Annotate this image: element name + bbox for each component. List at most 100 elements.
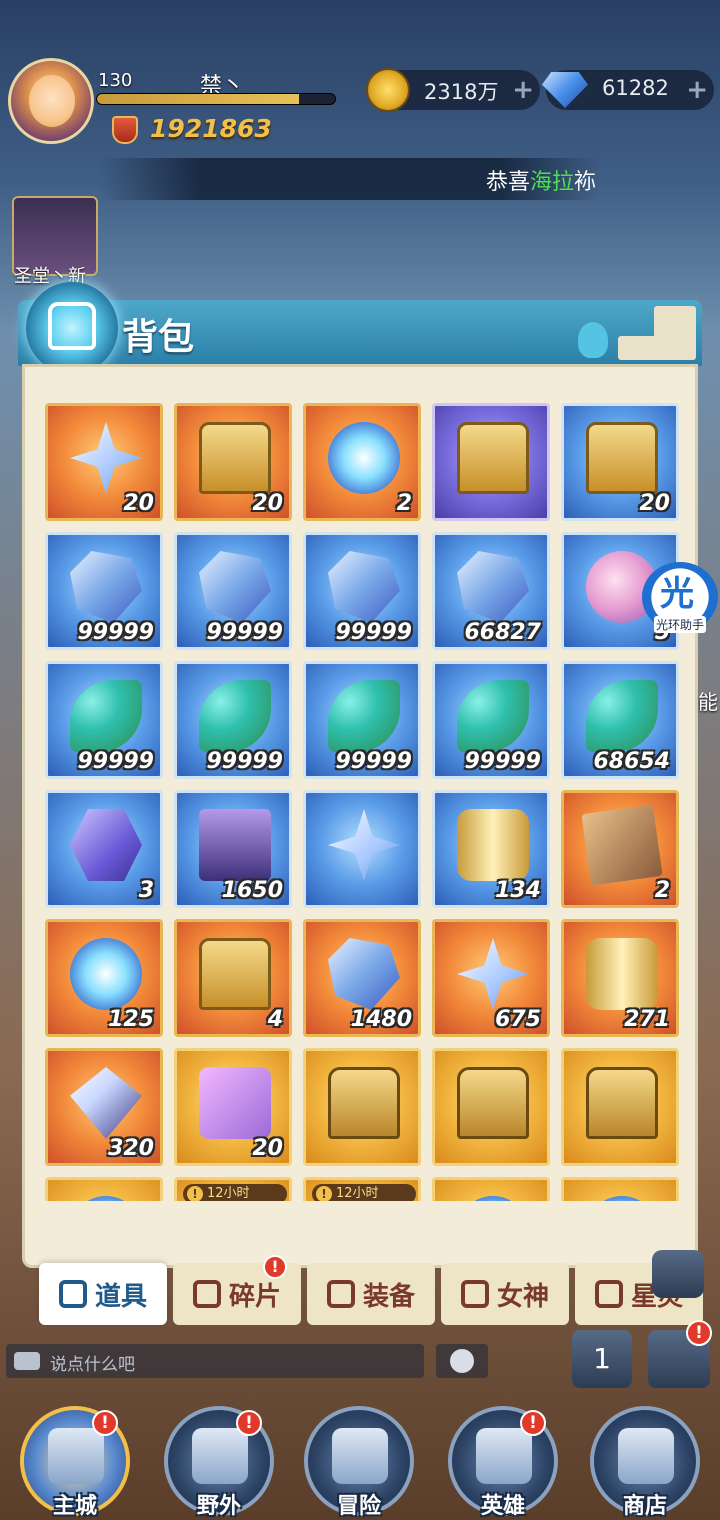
bag-item-slot[interactable] <box>561 1048 679 1166</box>
combat-power: 1921863 <box>150 114 272 143</box>
announcement-tail: 袮 <box>574 170 596 195</box>
emoji-icon <box>450 1349 474 1373</box>
exp-bar <box>96 93 336 105</box>
bag-item-slot[interactable] <box>303 1048 421 1166</box>
bag-item-slot[interactable] <box>561 1177 679 1201</box>
bag-title: 背包 <box>122 317 195 358</box>
top-hud: 130 禁丶 1921863 2318万 + 61282 + <box>0 0 720 160</box>
bag-item-slot[interactable]: 20 <box>174 403 292 521</box>
add-gem-button[interactable]: + <box>686 76 708 104</box>
notification-badge: ! <box>263 1255 287 1279</box>
bag-item-slot[interactable]: 99999 <box>303 661 421 779</box>
bag-item-slot[interactable] <box>303 790 421 908</box>
bottom-navigation: 主城! 野外! 冒险 英雄! 商店 <box>0 1392 720 1520</box>
gold-item-icon <box>457 1196 529 1201</box>
bag-item-slot[interactable]: 125 <box>45 919 163 1037</box>
bag-item-slot[interactable] <box>45 1177 163 1201</box>
bag-item-slot[interactable]: 20 <box>174 1048 292 1166</box>
assistant-label: 光环助手 <box>654 616 707 633</box>
box-decoration <box>654 306 696 360</box>
bag-item-slot[interactable]: 99999 <box>303 532 421 650</box>
nav-label: 主城 <box>52 1494 97 1519</box>
bag-item-slot[interactable]: 271 <box>561 919 679 1037</box>
announcement-marquee: 恭喜海拉袮 <box>100 158 600 200</box>
avatar-face <box>29 75 75 127</box>
crystal-orb-icon <box>328 422 400 494</box>
star-shard-icon <box>70 422 142 494</box>
item-count: 1650 <box>221 878 283 903</box>
bag-item-slot[interactable] <box>432 403 550 521</box>
bag-item-slot[interactable]: 68654 <box>561 661 679 779</box>
cube-chest-icon <box>586 422 658 494</box>
bag-item-slot[interactable]: 675 <box>432 919 550 1037</box>
nav-castle[interactable]: 主城! <box>20 1406 130 1519</box>
exp-bar-fill <box>97 94 300 104</box>
bag-item-slot[interactable]: 4 <box>174 919 292 1037</box>
friends-button[interactable] <box>652 1250 704 1298</box>
bag-item-slot[interactable]: 20 <box>561 403 679 521</box>
star-orb-icon <box>70 938 142 1010</box>
backpack-shortcut-button[interactable]: ! <box>648 1320 712 1388</box>
item-count: 99999 <box>77 749 154 774</box>
bag-item-slot[interactable]: 99999 <box>45 532 163 650</box>
item-count: 99999 <box>464 749 541 774</box>
notification-badge: ! <box>236 1410 262 1436</box>
bag-item-slot[interactable]: 320 <box>45 1048 163 1166</box>
star-rune-icon <box>328 809 400 881</box>
emoji-button[interactable] <box>436 1344 488 1378</box>
bag-item-slot[interactable]: 12小时 <box>303 1177 421 1201</box>
ranking-button[interactable]: 1 <box>572 1330 632 1388</box>
item-count: 2 <box>396 491 412 516</box>
nav-label: 野外 <box>196 1494 241 1519</box>
tab-shards[interactable]: 碎片! <box>173 1255 301 1325</box>
nav-shop[interactable]: 商店 <box>590 1406 700 1519</box>
cat-decoration-icon <box>578 322 608 358</box>
bag-item-slot[interactable]: 20 <box>45 403 163 521</box>
item-count: 99999 <box>206 620 283 645</box>
blue-crystal-icon <box>199 551 271 623</box>
chat-bubble-icon <box>14 1352 40 1370</box>
bag-item-slot[interactable]: 3 <box>45 790 163 908</box>
tab-label: 碎片 <box>228 1281 281 1312</box>
item-count: 320 <box>108 1136 154 1161</box>
bag-item-slot[interactable]: 66827 <box>432 532 550 650</box>
bag-item-slot[interactable]: 134 <box>432 790 550 908</box>
pet-chest-icon <box>199 422 271 494</box>
nav-sword-arch[interactable]: 冒险 <box>304 1406 414 1519</box>
backpack-icon <box>26 282 118 374</box>
nav-portal[interactable]: 野外! <box>164 1406 274 1519</box>
item-count: 99999 <box>77 620 154 645</box>
bag-item-slot[interactable]: 99999 <box>45 661 163 779</box>
bag-panel: 背包 2020220999999999999999668275999999999… <box>18 282 703 1325</box>
bag-item-slot[interactable]: 1480 <box>303 919 421 1037</box>
tab-goddess[interactable]: 女神 <box>441 1263 569 1325</box>
item-count: 20 <box>639 491 670 516</box>
items-tab-icon <box>58 1280 87 1308</box>
bag-item-slot[interactable] <box>432 1048 550 1166</box>
item-count: 20 <box>123 491 154 516</box>
item-count: 68654 <box>593 749 670 774</box>
nav-label: 冒险 <box>336 1494 381 1519</box>
tab-equipment[interactable]: 装备 <box>307 1263 435 1325</box>
sword-arch-icon <box>332 1428 388 1484</box>
bag-item-slot[interactable]: 12小时 <box>174 1177 292 1201</box>
bag-item-slot[interactable]: 99999 <box>174 661 292 779</box>
spirit-leaf-icon <box>457 680 529 752</box>
bag-item-slot[interactable]: 1650 <box>174 790 292 908</box>
bag-item-slot[interactable]: 2 <box>561 790 679 908</box>
bag-item-slot[interactable]: 99999 <box>432 661 550 779</box>
bag-item-slot[interactable]: 2 <box>303 403 421 521</box>
tab-items[interactable]: 道具 <box>39 1263 167 1325</box>
nav-label: 商店 <box>622 1494 667 1519</box>
bag-item-slot[interactable]: 99999 <box>174 532 292 650</box>
goddess-tab-icon <box>460 1280 489 1308</box>
player-avatar[interactable] <box>8 58 94 144</box>
add-gold-button[interactable]: + <box>512 76 534 104</box>
nav-helmet[interactable]: 英雄! <box>448 1406 558 1519</box>
gold-coin-icon <box>366 68 410 112</box>
bag-item-slot[interactable] <box>432 1177 550 1201</box>
item-grid: 2020220999999999999999668275999999999999… <box>45 403 685 1201</box>
shop-icon <box>618 1428 674 1484</box>
chat-input[interactable]: 说点什么吧 <box>6 1344 424 1378</box>
bag-body: 2020220999999999999999668275999999999999… <box>22 364 703 1325</box>
